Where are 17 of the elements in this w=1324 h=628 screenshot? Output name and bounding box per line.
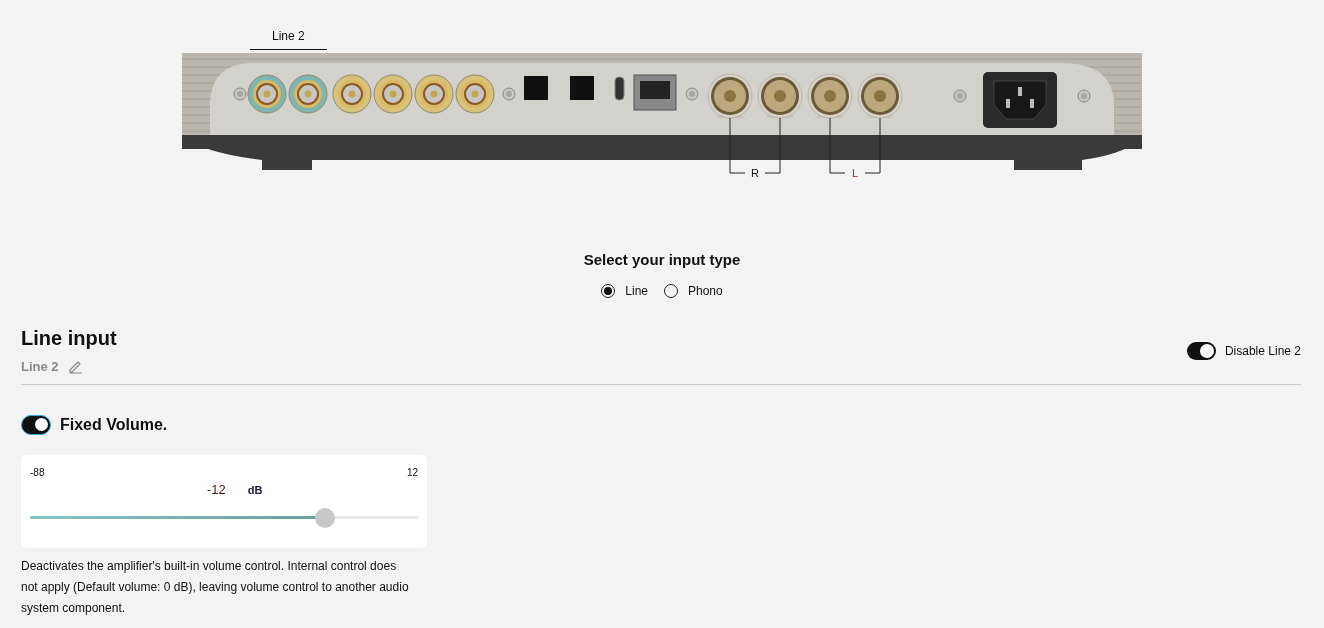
input-name: Line 2 bbox=[21, 358, 59, 374]
section-title: Line input bbox=[21, 327, 117, 350]
radio-option[interactable]: Phono bbox=[664, 284, 723, 298]
unit-label: dB bbox=[247, 484, 263, 496]
disable-toggle[interactable]: Disable Line 2 bbox=[1186, 341, 1301, 360]
channel-label: L bbox=[851, 167, 859, 179]
connector-tab[interactable]: Line 2 bbox=[250, 29, 327, 50]
min-label: -88 bbox=[30, 467, 45, 478]
section-title: Select your input type bbox=[582, 251, 742, 268]
toggle-label: Fixed Volume. bbox=[60, 416, 168, 434]
max-label: 12 bbox=[406, 467, 418, 478]
slider-thumb[interactable] bbox=[314, 508, 335, 528]
radio-option[interactable]: Line bbox=[601, 284, 648, 298]
channel-label: R bbox=[751, 167, 759, 179]
volume-value: -12 bbox=[207, 482, 226, 497]
toggle-switch[interactable] bbox=[21, 415, 51, 435]
description-text: Deactivates the amplifier's built-in volume control. Internal control does not apply (Default volume: 0 dB), leaving volume control to another audio system component. bbox=[21, 558, 409, 617]
